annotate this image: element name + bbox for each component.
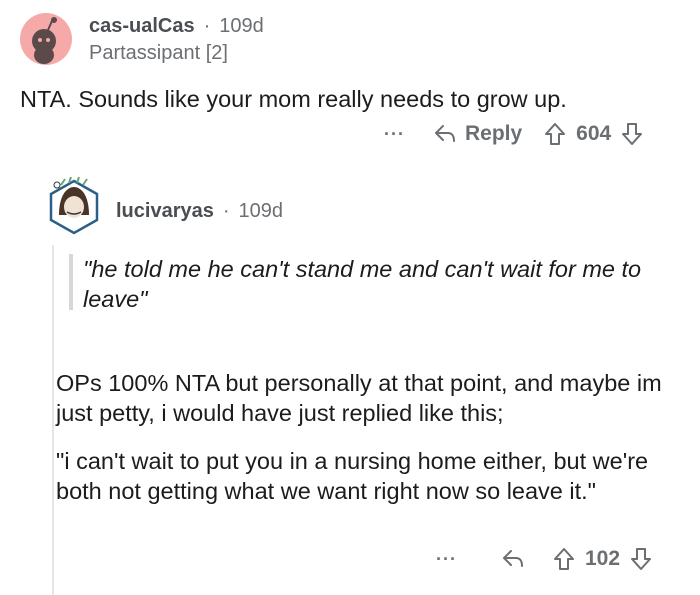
more-options-button[interactable]: ··· <box>436 549 457 570</box>
reply-label: Reply <box>464 122 523 145</box>
user-flair: Partassipant [2] <box>89 42 228 64</box>
upvote-icon[interactable] <box>553 547 575 571</box>
vote-count: 102 <box>584 547 621 570</box>
downvote-icon[interactable] <box>630 547 652 571</box>
quote-bar <box>69 254 73 310</box>
reply-paragraph-1: OPs 100% NTA but personally at that poin… <box>56 370 662 426</box>
thread-line[interactable] <box>52 245 54 595</box>
reply-paragraph-2: "i can't wait to put you in a nursing ho… <box>56 448 649 504</box>
snoo-avatar-icon <box>32 17 57 64</box>
comment-text: NTA. Sounds like your mom really needs t… <box>20 86 567 112</box>
reply-actions: ··· 102 <box>436 545 652 573</box>
reply-arrow-icon <box>434 125 455 142</box>
meta-separator: · <box>222 200 230 222</box>
comment-actions: ··· Reply 604 <box>384 120 643 148</box>
comment-username[interactable]: cas-ualCas <box>89 15 195 38</box>
hexagon-avatar-icon <box>49 176 99 235</box>
reply-avatar[interactable] <box>47 175 101 235</box>
reply-timestamp: 109d <box>238 200 284 222</box>
more-options-button[interactable]: ··· <box>384 124 405 145</box>
vote-count: 604 <box>576 122 612 145</box>
reply-username[interactable]: lucivaryas <box>116 200 214 223</box>
quote-text: "he told me he can't stand me and can't … <box>83 256 642 312</box>
upvote-icon[interactable] <box>544 122 566 146</box>
reply-button[interactable]: Reply <box>433 122 522 146</box>
reply-arrow-icon[interactable] <box>501 548 525 570</box>
meta-separator: · <box>203 15 211 37</box>
comment-avatar[interactable] <box>20 13 72 65</box>
downvote-icon[interactable] <box>621 122 643 146</box>
comment-timestamp: 109d <box>219 15 264 37</box>
